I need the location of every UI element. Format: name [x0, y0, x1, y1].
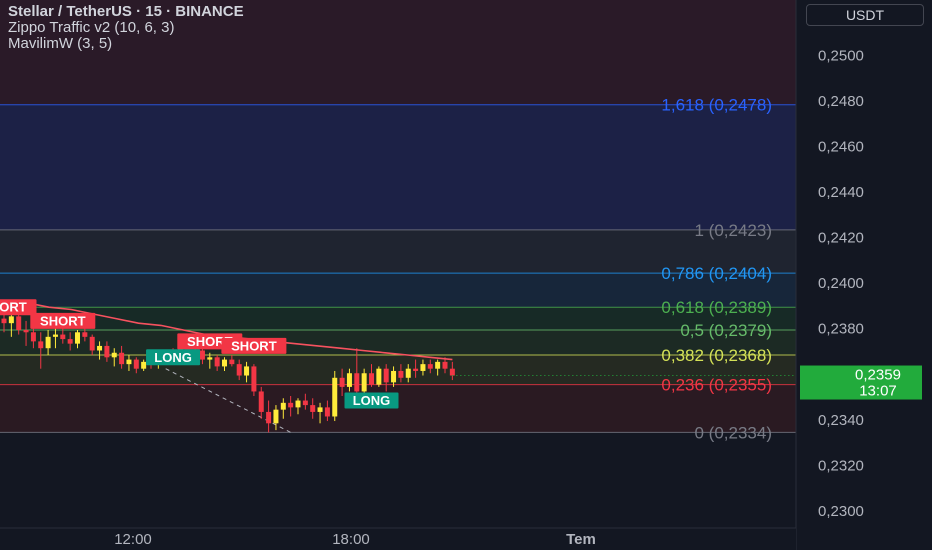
signal-text: LONG	[353, 393, 391, 408]
signal-text: SHORT	[231, 338, 277, 353]
price-tick-label: 0,2300	[818, 503, 864, 520]
fib-label: 0,5 (0,2379)	[680, 321, 772, 340]
candle-body	[222, 359, 227, 367]
fib-label: 1,618 (0,2478)	[661, 96, 772, 115]
chart-legend: Stellar / TetherUS · 15 · BINANCE Zippo …	[8, 4, 244, 52]
candle-body	[346, 373, 352, 387]
price-tick-label: 0,2460	[818, 139, 864, 156]
candle-body	[310, 405, 316, 412]
candle-body	[295, 400, 301, 408]
indicator-mavilimw[interactable]: MavilimW (3, 5)	[8, 36, 244, 52]
zone-1618	[0, 104, 796, 230]
signal-text: SHORT	[40, 313, 86, 328]
fib-label: 0,236 (0,2355)	[661, 376, 772, 395]
candle-body	[244, 366, 250, 376]
candle-body	[413, 368, 419, 371]
price-tick-label: 0,2500	[818, 48, 864, 65]
price-tick-label: 0,2400	[818, 275, 864, 292]
candle-body	[133, 359, 139, 369]
fib-label: 0,786 (0,2404)	[661, 264, 772, 283]
candle-body	[280, 402, 286, 410]
candle-body	[302, 400, 308, 406]
candle-body	[332, 377, 338, 417]
bar-countdown: 13:07	[859, 383, 897, 400]
candle-body	[435, 361, 441, 369]
candle-body	[23, 330, 29, 333]
candle-body	[38, 341, 44, 349]
candle-body	[427, 364, 433, 369]
time-tick-label: Tem	[566, 531, 596, 548]
candle-body	[354, 373, 360, 392]
short-signal: SHORT	[30, 312, 96, 329]
price-tick-label: 0,2340	[818, 412, 864, 429]
candle-body	[119, 352, 125, 365]
candle-body	[449, 368, 455, 376]
candle-body	[214, 357, 220, 367]
candle-body	[391, 370, 397, 383]
candle-body	[60, 334, 66, 340]
candle	[251, 364, 257, 396]
candle-body	[398, 370, 404, 378]
price-chart[interactable]: 1,618 (0,2478) 1 (0,2423) 0,786 (0,2404) 0,…	[0, 0, 932, 550]
fib-label: 1 (0,2423)	[695, 221, 773, 240]
candle-body	[339, 377, 345, 387]
candle-body	[420, 364, 426, 371]
candle-body	[141, 361, 147, 369]
candle-body	[207, 357, 213, 360]
candle-body	[251, 366, 257, 392]
candle-body	[8, 316, 14, 324]
candle-body	[236, 364, 242, 376]
fib-label: 0,618 (0,2389)	[661, 298, 772, 317]
time-tick-label: 12:00	[114, 531, 152, 548]
candle-body	[104, 345, 110, 358]
candle-body	[258, 391, 264, 412]
candle-body	[126, 359, 132, 365]
fib-label: 0 (0,2334)	[695, 423, 773, 442]
candle-body	[75, 332, 80, 344]
candle-body	[324, 407, 330, 417]
candle-body	[376, 368, 382, 385]
candle-body	[383, 368, 389, 383]
candle-body	[369, 373, 374, 385]
candle-body	[229, 359, 235, 365]
candle-body	[199, 350, 205, 360]
current-price-value: 0,2359	[855, 367, 901, 384]
candle-body	[361, 373, 367, 392]
signal-text: LONG	[154, 350, 192, 365]
candle-body	[89, 336, 95, 351]
candle-body	[45, 336, 51, 349]
candle-body	[97, 345, 103, 351]
symbol-title[interactable]: Stellar / TetherUS · 15 · BINANCE	[8, 4, 244, 20]
price-tick-label: 0,2420	[818, 230, 864, 247]
candle-body	[16, 316, 22, 330]
signal-text: SHORT	[0, 300, 27, 315]
candle-body	[273, 409, 279, 424]
price-tick-label: 0,2440	[818, 184, 864, 201]
candle-body	[1, 318, 7, 324]
candle-body	[266, 411, 272, 424]
price-tick-label: 0,2320	[818, 457, 864, 474]
candle-body	[442, 361, 448, 369]
short-signal: SHORT	[221, 337, 287, 354]
candle-body	[67, 339, 73, 344]
price-tick-label: 0,2480	[818, 93, 864, 110]
candle	[376, 366, 382, 387]
long-signal: LONG	[344, 392, 399, 409]
candle-body	[30, 332, 36, 342]
time-tick-label: 18:00	[332, 531, 370, 548]
candle-body	[405, 368, 411, 378]
candle-body	[288, 402, 294, 408]
long-signal: LONG	[146, 349, 201, 366]
candle-body	[317, 407, 323, 412]
candle-body	[52, 334, 58, 337]
candle-body	[111, 352, 117, 358]
price-axis	[796, 0, 932, 550]
fib-label: 0,382 (0,2368)	[661, 346, 772, 365]
candle-body	[82, 332, 88, 337]
short-signal: SHORT	[0, 299, 37, 316]
price-tick-label: 0,2380	[818, 321, 864, 338]
indicator-zippo[interactable]: Zippo Traffic v2 (10, 6, 3)	[8, 20, 244, 36]
candle	[332, 370, 338, 422]
currency-button[interactable]: USDT	[806, 4, 924, 26]
